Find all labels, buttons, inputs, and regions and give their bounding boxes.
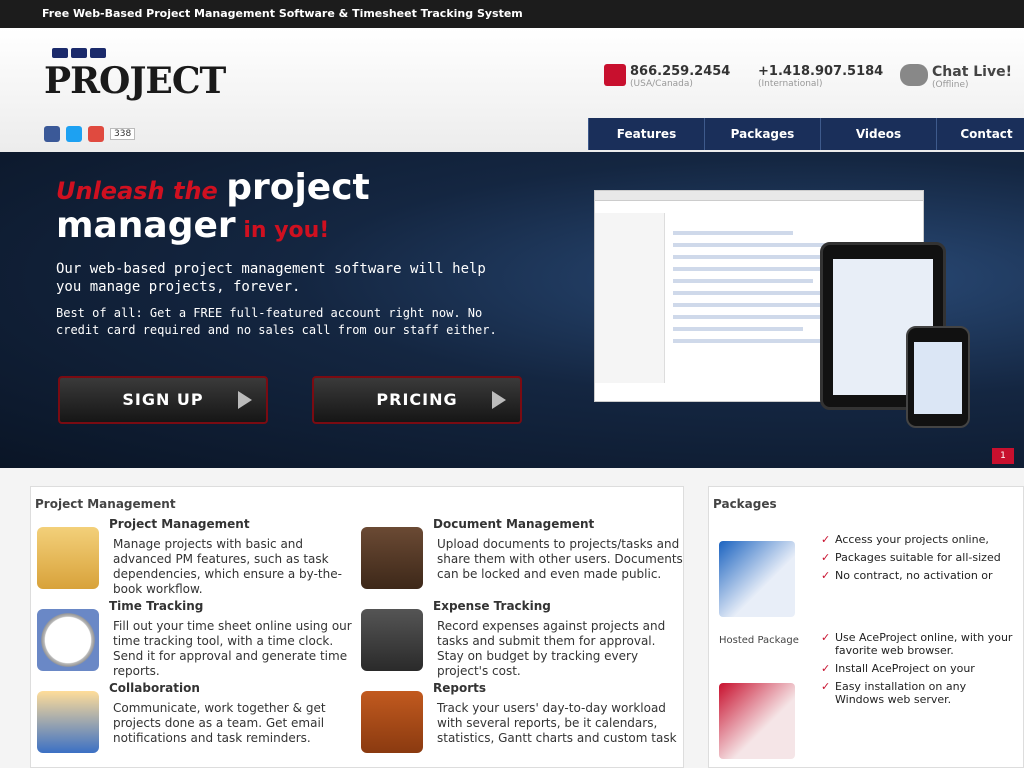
logo-word: PROJECT [44,60,226,102]
hosted-package-image[interactable] [719,541,795,617]
header: PROJECT 338 866.259.2454 (USA/Canada) +1… [0,28,1024,152]
phone-image [906,326,970,428]
phone-usa-sub: (USA/Canada) [630,79,693,89]
list-item: Easy installation on any Windows web ser… [821,680,1017,706]
site-tagline: Free Web-Based Project Management Softwa… [42,7,523,20]
play-arrow-icon [492,391,506,409]
top-action-button-2[interactable] [984,0,1024,28]
intranet-package-image[interactable] [719,683,795,759]
list-item: Install AceProject on your [821,662,1017,675]
list-item[interactable]: Packages suitable for all-sized [821,551,1017,564]
feature-text: Communicate, work together & get project… [113,701,326,745]
main-nav: Features Packages Videos Contact [588,118,1024,150]
feature-reports[interactable]: Reports Track your users' day-to-day wor… [361,681,677,763]
feature-title: Collaboration [109,681,200,695]
pricing-label: PRICING [376,390,458,409]
play-arrow-icon [238,391,252,409]
hero-banner: Unleash the project manager in you! Our … [0,152,1024,468]
hero-title: Unleash the project manager in you! [56,170,556,248]
feature-expense-tracking[interactable]: Expense Tracking Record expenses against… [361,599,665,681]
calculator-icon [361,609,423,671]
feature-time-tracking[interactable]: Time Tracking Fill out your time sheet o… [37,599,352,681]
logo-ace-mark [52,48,228,58]
signup-button[interactable]: SIGN UP [58,376,268,424]
nav-packages[interactable]: Packages [704,118,820,150]
phone-usa-number: 866.259.2454 [630,64,731,79]
share-count: 338 [110,128,136,140]
pricing-button[interactable]: PRICING [312,376,522,424]
feature-title: Project Management [109,517,250,531]
feature-text: Record expenses against projects and tas… [437,619,666,678]
chat-title: Chat Live! [932,64,1012,80]
feature-text: Track your users' day-to-day workload wi… [437,701,677,745]
google-plus-icon[interactable] [88,126,104,142]
feature-document-management[interactable]: Document Management Upload documents to … [361,517,683,599]
top-bar: Free Web-Based Project Management Softwa… [0,0,1024,28]
hero-title-part-3: manager [56,205,236,246]
product-screenshot-image[interactable] [576,176,996,440]
hero-description: Our web-based project management softwar… [56,261,486,295]
intranet-feature-list: Use AceProject online, with your favorit… [821,631,1017,711]
hero-title-part-1: Unleash the [56,177,227,205]
feature-text: Fill out your time sheet online using ou… [113,619,352,678]
features-panel: Project Management Project Management Ma… [30,486,684,768]
list-item: Access your projects online, [821,533,1017,546]
feature-title: Time Tracking [109,599,204,613]
hero-offer: Best of all: Get a FREE full-featured ac… [56,306,497,337]
list-item: No contract, no activation or [821,569,1017,582]
list-item: Use AceProject online, with your favorit… [821,631,1017,657]
phone-international[interactable]: +1.418.907.5184 (International) [758,64,883,89]
feature-title: Document Management [433,517,595,531]
report-book-icon [361,691,423,753]
feature-title: Expense Tracking [433,599,551,613]
packages-panel: Packages Hosted Package Access your proj… [708,486,1024,768]
top-action-button-1[interactable] [944,0,984,28]
feature-text: Manage projects with basic and advanced … [113,537,342,596]
feature-collaboration[interactable]: Collaboration Communicate, work together… [37,681,337,763]
hero-title-part-2: project [226,167,370,208]
hero-title-part-4: in you! [235,218,330,243]
chat-icon [900,64,928,86]
feature-title: Reports [433,681,487,695]
file-cabinet-icon [361,527,423,589]
aceproject-logo[interactable]: PROJECT [44,48,228,128]
feature-text: Upload documents to projects/tasks and s… [437,537,683,581]
signup-label: SIGN UP [122,390,204,409]
social-buttons: 338 [44,126,136,142]
nav-features[interactable]: Features [588,118,704,150]
twitter-icon[interactable] [66,126,82,142]
nav-contact[interactable]: Contact [936,118,1024,150]
chat-status: (Offline) [932,80,969,90]
nav-videos[interactable]: Videos [820,118,936,150]
people-icon [37,691,99,753]
features-heading: Project Management [35,497,176,511]
hosted-package-link[interactable]: Hosted Package [719,635,799,646]
slide-counter-button[interactable]: 1 [992,448,1014,464]
facebook-icon[interactable] [44,126,60,142]
phone-usa[interactable]: 866.259.2454 (USA/Canada) [604,64,730,89]
flag-icon [604,64,626,86]
feature-project-management[interactable]: Project Management Manage projects with … [37,517,342,599]
phone-international-number: +1.418.907.5184 [758,64,884,79]
packages-heading: Packages [713,497,777,511]
folder-icon [37,527,99,589]
live-chat[interactable]: Chat Live! (Offline) [900,64,1012,90]
phone-international-sub: (International) [758,79,823,89]
hosted-feature-list: Access your projects online, Packages su… [821,533,1017,587]
clock-icon [37,609,99,671]
